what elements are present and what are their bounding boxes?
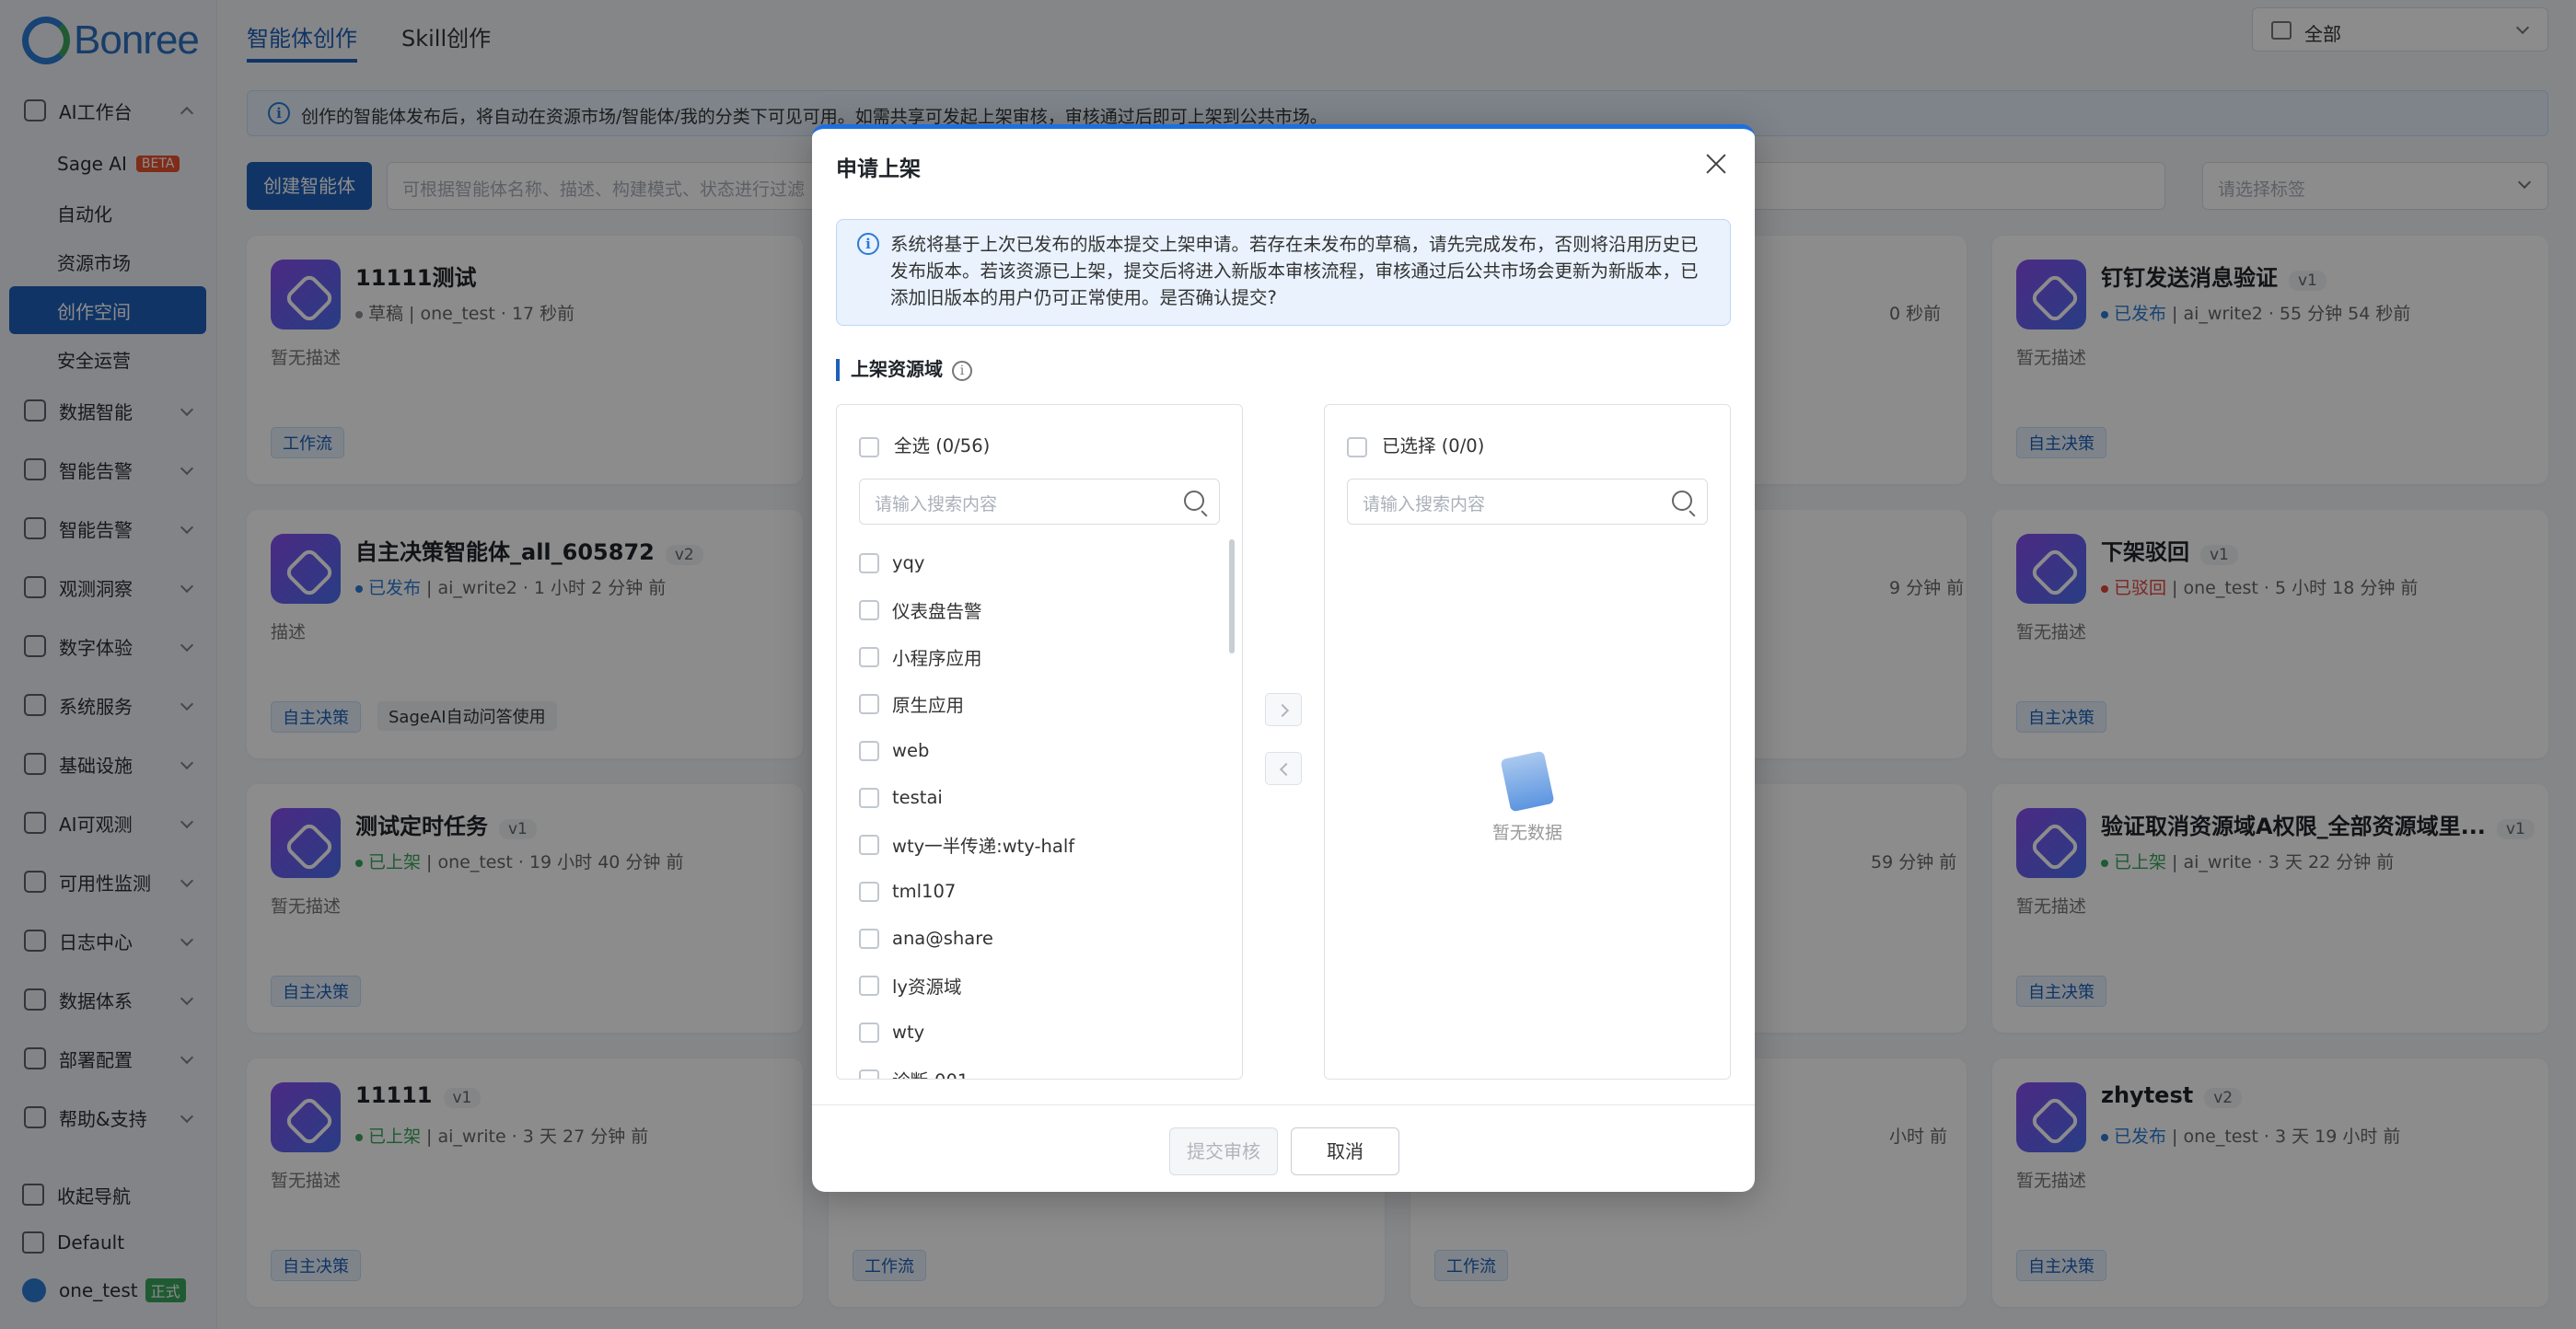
item-checkbox[interactable] xyxy=(859,693,879,714)
transfer-target-panel: 已选择 (0/0) 请输入搜索内容 暂无数据 xyxy=(1324,404,1731,1080)
source-search-input[interactable]: 请输入搜索内容 xyxy=(859,479,1220,525)
list-item[interactable]: wty一半传递:wty-half xyxy=(859,821,1220,868)
transfer-source-panel: 全选 (0/56) 请输入搜索内容 yqy 仪表盘告警 小程序应用 原生应用 w… xyxy=(836,404,1243,1080)
item-checkbox[interactable] xyxy=(859,975,879,996)
list-scrollbar[interactable] xyxy=(1229,539,1235,653)
selected-all-row[interactable]: 已选择 (0/0) xyxy=(1347,431,1484,457)
list-item[interactable]: testai xyxy=(859,774,1220,821)
empty-document-icon xyxy=(1500,750,1555,813)
item-checkbox[interactable] xyxy=(859,1022,879,1043)
item-checkbox[interactable] xyxy=(859,740,879,761)
search-icon[interactable] xyxy=(1184,491,1204,511)
publish-request-modal: 申请上架 i 系统将基于上次已发布的版本提交上架申请。若存在未发布的草稿，请先完… xyxy=(812,124,1755,1192)
list-item[interactable]: tml107 xyxy=(859,868,1220,915)
list-item[interactable]: 小程序应用 xyxy=(859,633,1220,680)
source-list: yqy 仪表盘告警 小程序应用 原生应用 web testai wty一半传递:… xyxy=(859,539,1220,1079)
help-icon[interactable]: i xyxy=(952,360,972,381)
target-search-input[interactable]: 请输入搜索内容 xyxy=(1347,479,1708,525)
item-checkbox[interactable] xyxy=(859,646,879,667)
select-all-checkbox[interactable] xyxy=(859,436,879,457)
select-all-row[interactable]: 全选 (0/56) xyxy=(859,431,990,457)
move-right-button[interactable] xyxy=(1265,693,1302,726)
item-checkbox[interactable] xyxy=(859,834,879,855)
list-item[interactable]: wty xyxy=(859,1009,1220,1056)
list-item[interactable]: ana@share xyxy=(859,915,1220,962)
cancel-button[interactable]: 取消 xyxy=(1291,1127,1399,1175)
item-checkbox[interactable] xyxy=(859,1069,879,1079)
section-title: 上架资源域 i xyxy=(836,359,972,381)
selected-all-checkbox[interactable] xyxy=(1347,436,1367,457)
modal-info-banner: i 系统将基于上次已发布的版本提交上架申请。若存在未发布的草稿，请先完成发布，否… xyxy=(836,219,1731,326)
list-item[interactable]: 原生应用 xyxy=(859,680,1220,727)
empty-state: 暂无数据 xyxy=(1325,750,1730,844)
list-item[interactable]: 诊断-001 xyxy=(859,1056,1220,1079)
item-checkbox[interactable] xyxy=(859,928,879,949)
item-checkbox[interactable] xyxy=(859,787,879,808)
list-item[interactable]: 仪表盘告警 xyxy=(859,586,1220,633)
submit-review-button[interactable]: 提交审核 xyxy=(1169,1127,1278,1175)
search-icon[interactable] xyxy=(1672,491,1692,511)
list-item[interactable]: ly资源域 xyxy=(859,962,1220,1009)
modal-title: 申请上架 xyxy=(836,157,921,181)
item-checkbox[interactable] xyxy=(859,881,879,902)
info-icon: i xyxy=(857,233,879,255)
modal-footer: 提交审核 取消 xyxy=(812,1104,1755,1192)
close-icon[interactable] xyxy=(1701,149,1731,179)
list-item[interactable]: web xyxy=(859,727,1220,774)
item-checkbox[interactable] xyxy=(859,599,879,620)
list-item[interactable]: yqy xyxy=(859,539,1220,586)
item-checkbox[interactable] xyxy=(859,552,879,573)
move-left-button[interactable] xyxy=(1265,752,1302,785)
